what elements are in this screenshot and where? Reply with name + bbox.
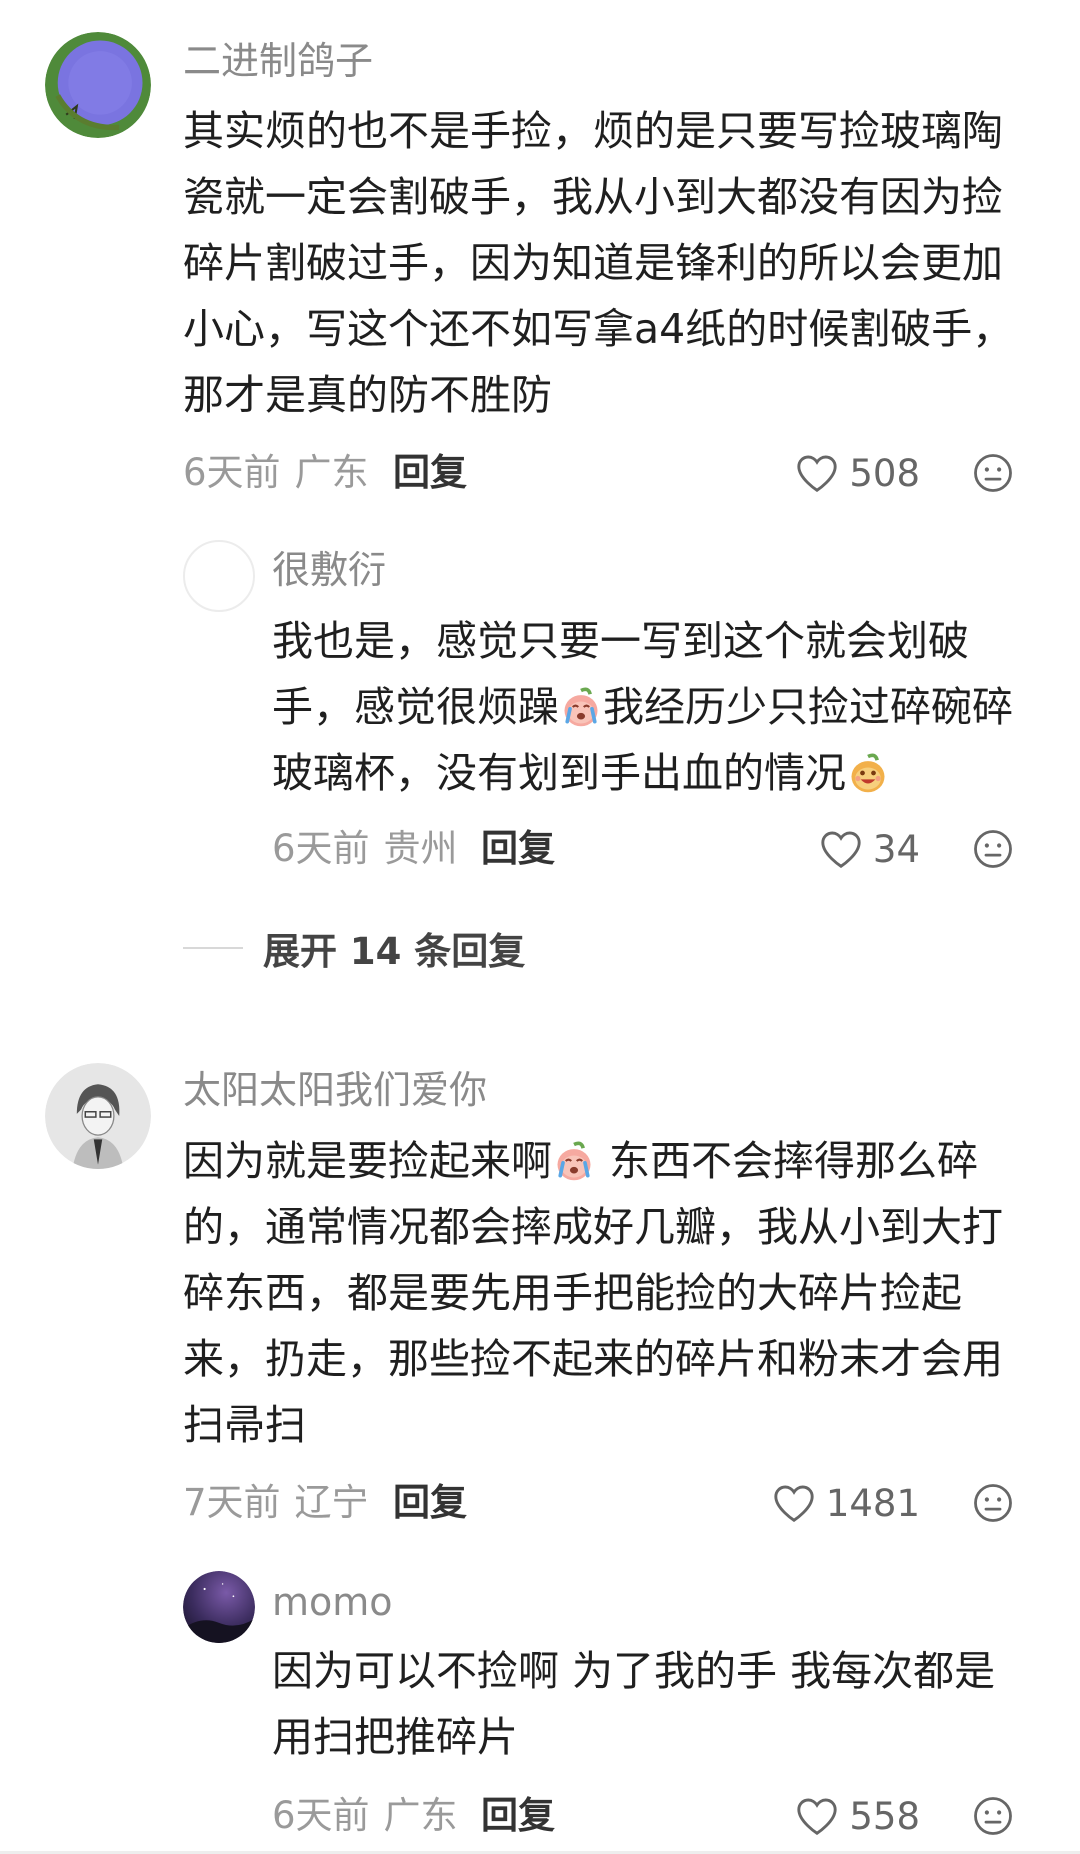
reply-meta: 6天前 广东 [272, 1791, 458, 1841]
like-count: 34 [872, 827, 920, 871]
reply-button[interactable]: 回复 [393, 1478, 467, 1528]
like-button[interactable]: 34 [790, 824, 920, 874]
comment-text-line: 碎片割破过手，因为知道是锋利的所以会更加 [183, 239, 1003, 287]
avatar-image [183, 1571, 255, 1643]
crying-peach-emoji [557, 1141, 591, 1181]
avatar[interactable] [183, 540, 255, 612]
reply-text-line: 我也是，感觉只要一写到这个就会划破 [272, 617, 969, 665]
avatar[interactable] [45, 32, 151, 138]
heart-outline-icon [774, 1485, 814, 1523]
comment-time: 7天前 [183, 1481, 281, 1524]
like-count: 1481 [825, 1481, 920, 1525]
heart-outline-icon [797, 455, 838, 493]
comment-text-line: 的，通常情况都会摔成好几瓣，我从小到大打 [183, 1203, 1003, 1251]
reply-location: 贵州 [383, 827, 458, 870]
reply-time: 6天前 [272, 827, 370, 870]
avatar-image [45, 32, 151, 138]
neutral-face-icon[interactable] [972, 828, 1014, 870]
expand-replies-button[interactable]: 展开 14 条回复 [183, 923, 525, 973]
comment-text-line: 因为就是要捡起来啊 东西不会摔得那么碎 [183, 1128, 1003, 1194]
comment-text-line: 那才是真的防不胜防 [183, 371, 552, 419]
like-button[interactable]: 1481 [770, 1478, 920, 1528]
heart-outline-icon [821, 831, 861, 869]
reply-button[interactable]: 回复 [393, 448, 467, 498]
comment-text-fragment: 因为就是要捡起来啊 [183, 1137, 552, 1185]
avatar[interactable] [183, 1571, 255, 1643]
reply-time: 6天前 [272, 1794, 370, 1837]
reply-button[interactable]: 回复 [481, 1791, 555, 1841]
reply-text-fragment: 玻璃杯，没有划到手出血的情况 [272, 749, 846, 797]
like-button[interactable]: 558 [790, 1791, 920, 1841]
comment-meta: 7天前 辽宁 [183, 1478, 369, 1528]
neutral-face-icon[interactable] [972, 1795, 1014, 1837]
comment-time: 6天前 [183, 451, 281, 494]
comment-location: 辽宁 [294, 1481, 369, 1524]
divider [183, 947, 243, 949]
reply-username[interactable]: momo [272, 1577, 393, 1627]
avatar[interactable] [45, 1063, 151, 1169]
reply-text: 因为可以不捡啊 为了我的手 我每次都是 用扫把推碎片 [272, 1638, 995, 1770]
heart-outline-icon [797, 1798, 838, 1836]
comment-text-line: 其实烦的也不是手捡，烦的是只要写捡玻璃陶 [183, 107, 1003, 155]
comment-username[interactable]: 二进制鸽子 [183, 36, 373, 86]
like-count: 558 [849, 1794, 920, 1838]
reply-text-fragment: 我经历少只捡过碎碗碎 [603, 683, 1013, 731]
reply-text: 我也是，感觉只要一写到这个就会划破 手，感觉很烦躁 我经历少只捡过碎碗碎 玻璃杯，… [272, 608, 1013, 806]
reply-text-line: 玻璃杯，没有划到手出血的情况 [272, 740, 1013, 806]
comment-text-line: 扫帚扫 [183, 1401, 306, 1449]
reply-text-line: 用扫把推碎片 [272, 1713, 518, 1761]
comment-text-line: 小心，写这个还不如写拿a4纸的时候割破手， [183, 305, 1014, 353]
comment-text: 因为就是要捡起来啊 东西不会摔得那么碎 的，通常情况都会摔成好几瓣，我从小到大打… [183, 1128, 1003, 1458]
reply-username[interactable]: 很敷衍 [272, 545, 386, 595]
comment-meta: 6天前 广东 [183, 448, 369, 498]
comment-text-line: 瓷就一定会割破手，我从小到大都没有因为捡 [183, 173, 1003, 221]
like-button[interactable]: 508 [790, 448, 920, 498]
grinning-peach-emoji [851, 753, 885, 793]
comment-username[interactable]: 太阳太阳我们爱你 [183, 1065, 487, 1115]
comment-text: 其实烦的也不是手捡，烦的是只要写捡玻璃陶 瓷就一定会割破手，我从小到大都没有因为… [183, 98, 1013, 428]
reply-text-line: 因为可以不捡啊 为了我的手 我每次都是 [272, 1647, 996, 1695]
reply-text-fragment: 手，感觉很烦躁 [272, 683, 559, 731]
comment-text-line: 碎东西，都是要先用手把能捡的大碎片捡起 [183, 1269, 962, 1317]
expand-replies-label: 展开 14 条回复 [263, 930, 526, 973]
reply-button[interactable]: 回复 [481, 824, 555, 874]
comment-text-fragment: 东西不会摔得那么碎 [596, 1137, 979, 1185]
reply-text-line: 手，感觉很烦躁 我经历少只捡过碎碗碎 [272, 674, 1013, 740]
crying-peach-emoji [564, 687, 598, 727]
reply-meta: 6天前 贵州 [272, 824, 458, 874]
comment-text-line: 来，扔走，那些捡不起来的碎片和粉末才会用 [183, 1335, 1003, 1383]
comment-location: 广东 [294, 451, 369, 494]
neutral-face-icon[interactable] [972, 452, 1014, 494]
like-count: 508 [849, 451, 920, 495]
avatar-image [45, 1063, 151, 1169]
neutral-face-icon[interactable] [972, 1482, 1014, 1524]
reply-location: 广东 [383, 1794, 458, 1837]
